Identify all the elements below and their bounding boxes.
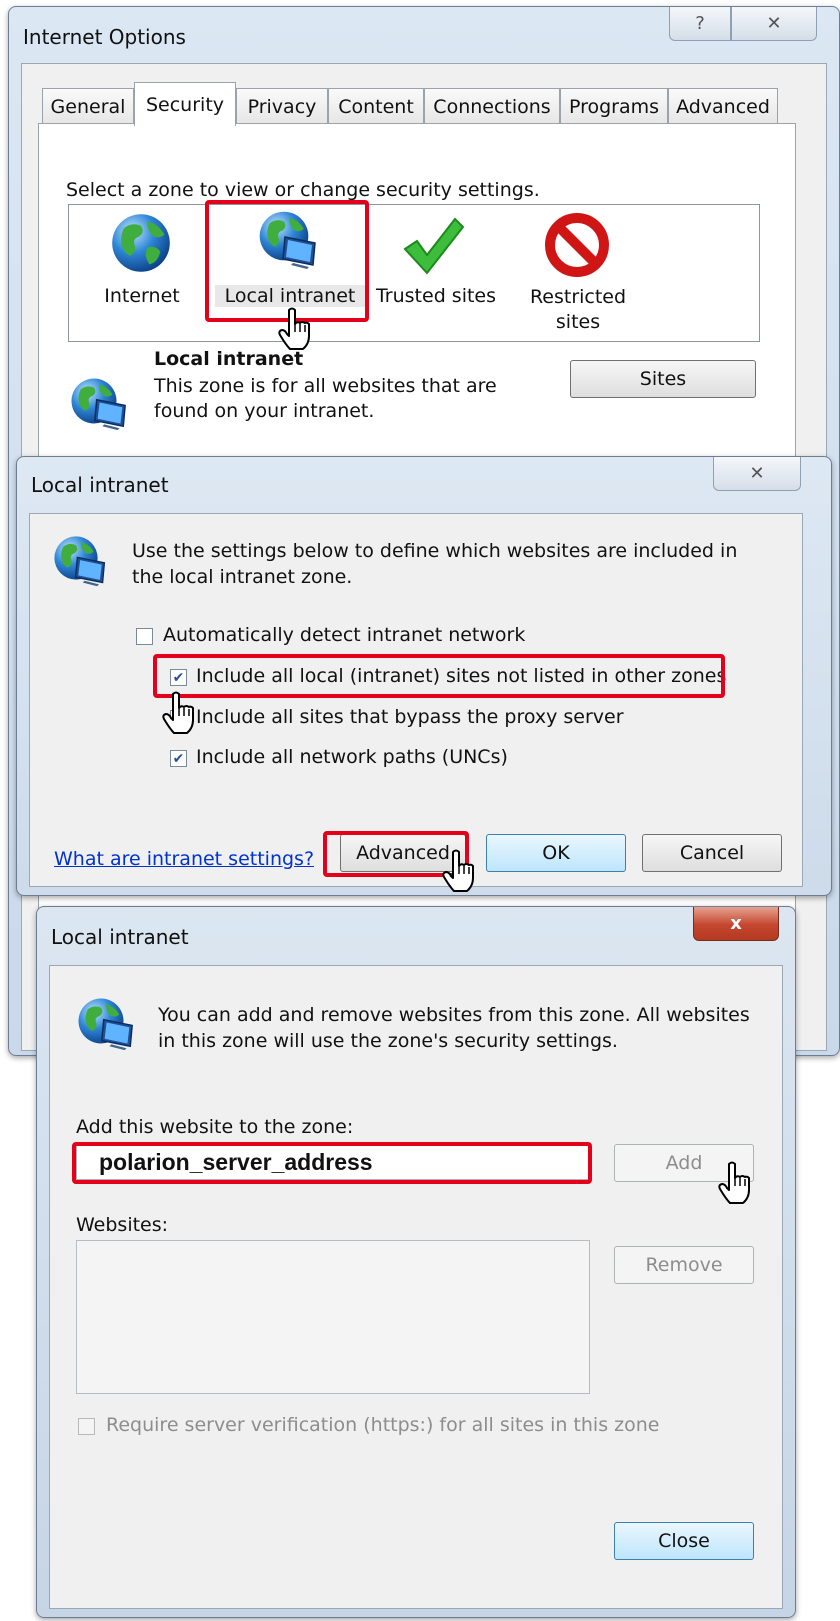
tab-programs[interactable]: Programs (560, 88, 668, 124)
tab-content[interactable]: Content (328, 88, 424, 124)
hand-cursor-icon (442, 848, 478, 892)
zone-label: Trusted sites (375, 285, 497, 307)
close-button[interactable]: x (693, 907, 779, 941)
ok-button[interactable]: OK (486, 834, 626, 872)
tab-security[interactable]: Security (134, 82, 236, 126)
intro-text: Use the settings below to define which w… (132, 540, 738, 588)
zone-restricted-sites[interactable]: Restricted sites (513, 209, 643, 335)
highlight-website-input (72, 1142, 592, 1184)
remove-button[interactable]: Remove (614, 1246, 754, 1284)
sites-button[interactable]: Sites (570, 360, 756, 398)
close-button[interactable]: ✕ (731, 7, 817, 41)
monitor-icon (72, 552, 108, 588)
include-network-paths-label: Include all network paths (UNCs) (196, 746, 508, 768)
auto-detect-label: Automatically detect intranet network (163, 624, 526, 646)
hand-cursor-icon (162, 690, 198, 734)
window-title: Local intranet (51, 925, 189, 949)
intranet-settings-help-link[interactable]: What are intranet settings? (54, 848, 314, 870)
local-intranet-sites-window: Local intranet x You can add and remove … (36, 906, 796, 1618)
add-website-label: Add this website to the zone: (76, 1116, 354, 1138)
checkmark-icon (403, 217, 465, 275)
zone-internet[interactable]: Internet (87, 209, 197, 329)
help-icon: ? (695, 13, 705, 34)
hand-cursor-icon (718, 1160, 754, 1204)
tab-advanced[interactable]: Advanced (668, 88, 778, 124)
websites-label: Websites: (76, 1214, 169, 1236)
help-button[interactable]: ? (669, 7, 731, 41)
intro-text: You can add and remove websites from thi… (158, 1004, 750, 1052)
hand-cursor-icon (278, 306, 314, 350)
zone-label: Restricted sites (529, 286, 627, 333)
cancel-button[interactable]: Cancel (642, 834, 782, 872)
dialog-body: You can add and remove websites from thi… (49, 965, 783, 1609)
close-button[interactable]: ✕ (713, 457, 801, 491)
tab-connections[interactable]: Connections (424, 88, 560, 124)
require-https-checkbox[interactable] (78, 1418, 95, 1435)
tab-general[interactable]: General (42, 88, 134, 124)
zone-label: Internet (104, 285, 180, 307)
zone-heading: Local intranet (154, 348, 304, 370)
zone-prompt: Select a zone to view or change security… (66, 179, 540, 201)
close-icon: ✕ (766, 13, 782, 34)
highlight-include-local-sites (153, 654, 725, 698)
tab-privacy[interactable]: Privacy (236, 88, 328, 124)
monitor-icon (91, 394, 129, 432)
websites-list[interactable] (76, 1240, 590, 1394)
window-title: Local intranet (31, 473, 169, 497)
monitor-icon (98, 1014, 136, 1052)
include-bypass-proxy-label: Include all sites that bypass the proxy … (196, 706, 624, 728)
globe-icon (109, 211, 173, 275)
auto-detect-checkbox[interactable] (136, 628, 153, 645)
require-https-label: Require server verification (https:) for… (106, 1414, 660, 1436)
zone-description: This zone is for all websites that are f… (154, 375, 497, 422)
close-icon: ✕ (749, 463, 765, 484)
window-title: Internet Options (23, 25, 186, 49)
zone-trusted-sites[interactable]: Trusted sites (369, 209, 503, 329)
highlight-local-intranet (205, 200, 369, 322)
restricted-icon (545, 213, 609, 277)
zone-list[interactable]: Internet Local intranet Trusted sites Re… (68, 204, 760, 342)
close-dialog-button[interactable]: Close (614, 1522, 754, 1560)
close-icon: x (730, 913, 742, 934)
include-network-paths-checkbox[interactable]: ✔ (170, 750, 187, 767)
